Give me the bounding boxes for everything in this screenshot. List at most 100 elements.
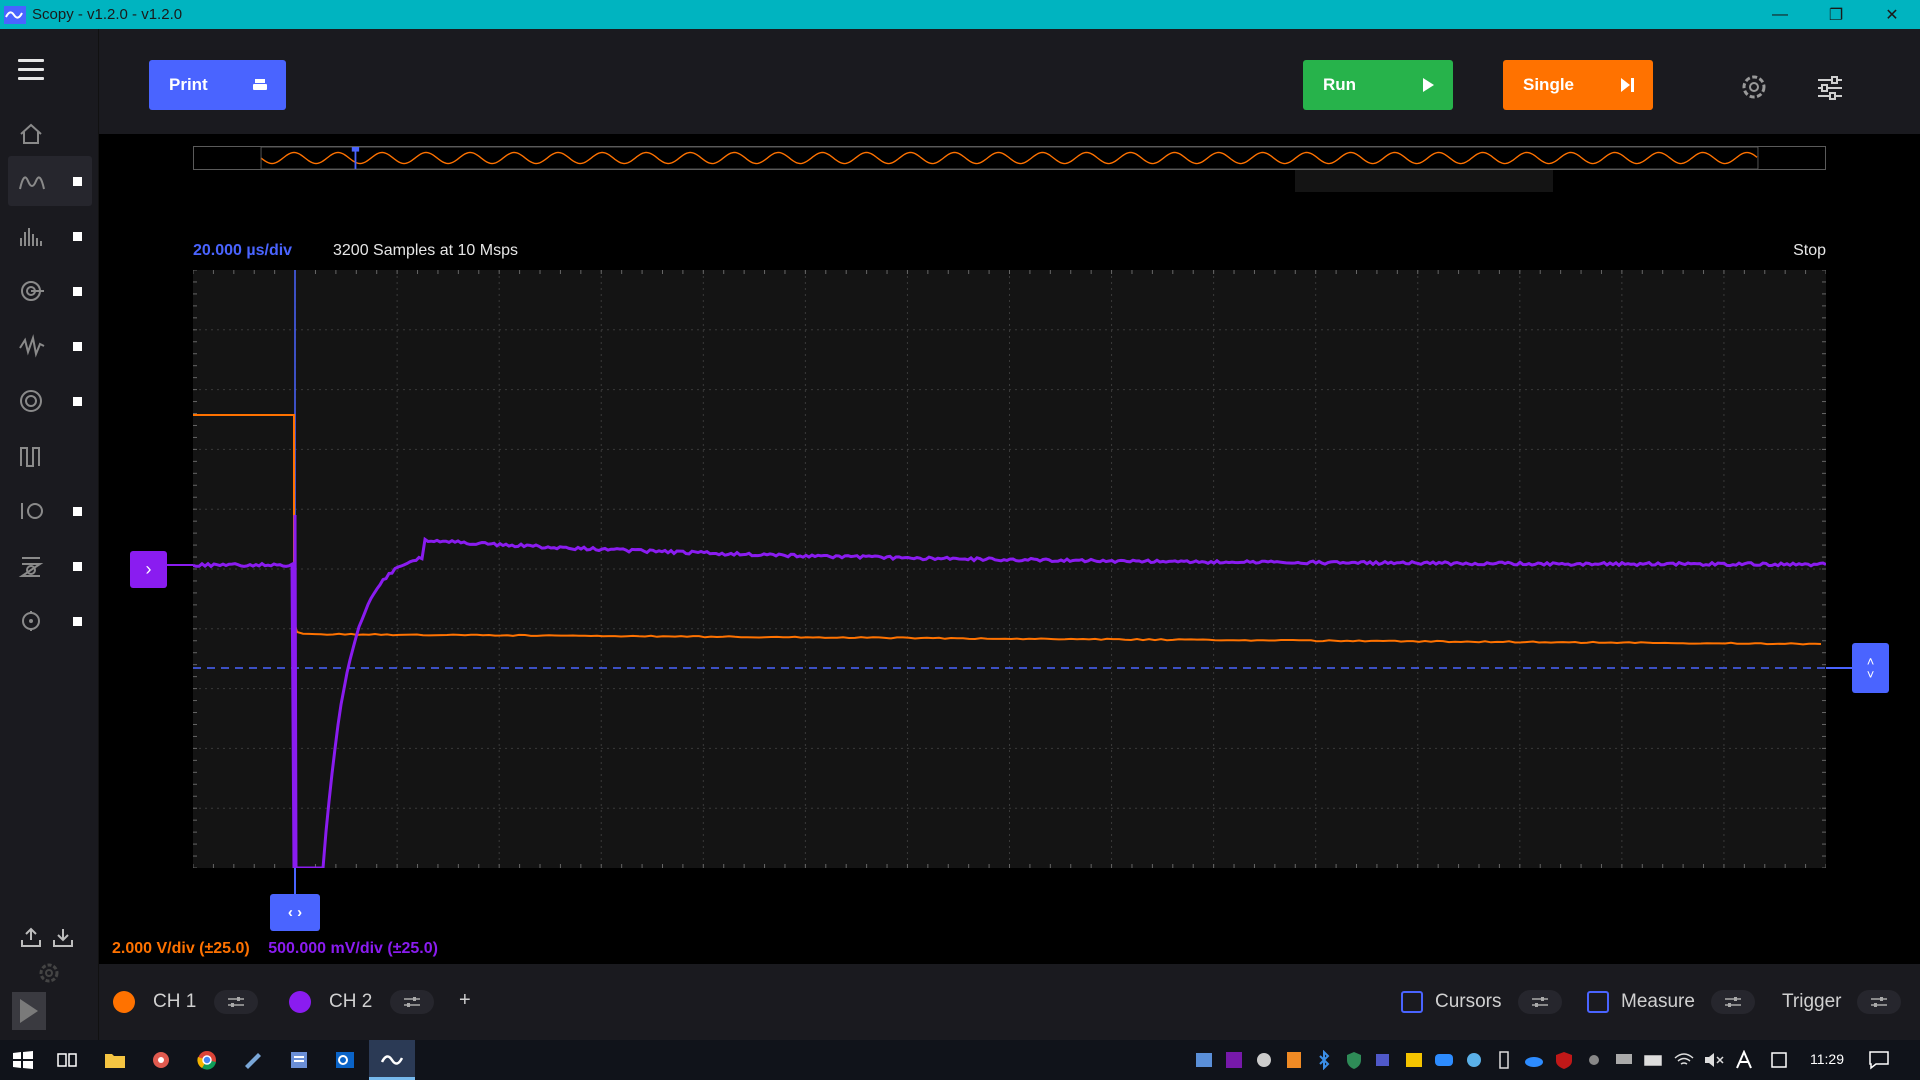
teams-icon[interactable] — [1373, 1050, 1395, 1070]
sliders-icon — [1870, 996, 1888, 1008]
sidebar-item-oscilloscope[interactable] — [8, 156, 92, 206]
taskbar-scopy-active[interactable] — [369, 1040, 415, 1080]
trigger-toggle[interactable]: Trigger — [1782, 990, 1901, 1014]
oscilloscope-grid[interactable] — [193, 270, 1826, 868]
file-explorer-icon[interactable] — [104, 1050, 126, 1070]
network-analyzer-icon — [18, 279, 46, 303]
document-app-icon[interactable] — [288, 1050, 310, 1070]
trigger-position-handle[interactable]: ‹ › — [270, 894, 320, 931]
menu-icon[interactable] — [18, 59, 44, 79]
print-label: Print — [169, 75, 208, 95]
trigger-settings-button[interactable] — [1857, 990, 1901, 1014]
run-all-button[interactable] — [12, 992, 46, 1030]
import-icon[interactable] — [52, 926, 74, 948]
close-button[interactable]: ✕ — [1864, 0, 1920, 29]
step-forward-icon — [1619, 77, 1635, 93]
sliders-icon — [1724, 996, 1742, 1008]
tray-bug-icon[interactable] — [1583, 1050, 1605, 1070]
task-view-icon[interactable] — [56, 1050, 78, 1070]
cursors-checkbox[interactable] — [1401, 991, 1423, 1013]
sidebar-item-network-analyzer[interactable] — [8, 266, 92, 316]
chrome-icon[interactable] — [196, 1050, 218, 1070]
window-title: Scopy - v1.2.0 - v1.2.0 — [32, 6, 182, 23]
ch2-color-dot[interactable] — [289, 991, 311, 1013]
overview-plot[interactable] — [193, 146, 1826, 170]
channel-2[interactable]: CH 2 — [289, 990, 434, 1014]
measure-toggle[interactable]: Measure — [1587, 990, 1755, 1014]
windows-start-icon[interactable] — [12, 1050, 34, 1070]
sidebar-item-digital-io[interactable] — [8, 596, 92, 646]
tray-circle-icon[interactable] — [1253, 1050, 1275, 1070]
sidebar-item-spectrum[interactable] — [8, 211, 92, 261]
sidebar-item-voltmeter[interactable] — [8, 376, 92, 426]
minimize-button[interactable]: — — [1752, 0, 1808, 29]
spectrum-analyzer-icon — [18, 224, 46, 248]
tray-yellow-icon[interactable] — [1403, 1050, 1425, 1070]
tray-power-icon[interactable] — [1768, 1050, 1790, 1070]
overview-label — [1295, 170, 1553, 192]
single-button[interactable]: Single — [1503, 60, 1653, 110]
zoom-icon[interactable] — [1433, 1050, 1455, 1070]
tray-app-icon[interactable] — [1193, 1050, 1215, 1070]
settings-gear-icon[interactable] — [1740, 73, 1768, 101]
pattern-generator-icon — [18, 554, 46, 578]
outlook-icon[interactable] — [334, 1050, 356, 1070]
notifications-icon[interactable] — [1868, 1050, 1890, 1070]
sidebar-item-signal-generator[interactable] — [8, 321, 92, 371]
bluetooth-icon[interactable] — [1313, 1050, 1335, 1070]
measure-label: Measure — [1621, 991, 1695, 1013]
preferences-gear-icon[interactable] — [37, 961, 61, 985]
battery-icon[interactable] — [1643, 1050, 1665, 1070]
tray-app-icon-2[interactable] — [1463, 1050, 1485, 1070]
print-button[interactable]: Print — [149, 60, 286, 110]
sidebar-item-logic-analyzer[interactable] — [8, 486, 92, 536]
ch1-color-dot[interactable] — [113, 991, 135, 1013]
tray-orange-icon[interactable] — [1283, 1050, 1305, 1070]
sidebar-item-pattern-generator[interactable] — [8, 541, 92, 591]
display-icon[interactable] — [1613, 1050, 1635, 1070]
restore-button[interactable]: ❐ — [1808, 0, 1864, 29]
add-channel-button[interactable]: + — [459, 989, 471, 1012]
onenote-icon[interactable] — [1223, 1050, 1245, 1070]
wifi-icon[interactable] — [1673, 1050, 1695, 1070]
sidebar — [0, 29, 99, 1040]
play-icon — [18, 998, 40, 1024]
sliders-icon — [227, 996, 245, 1008]
app-icon[interactable] — [242, 1050, 264, 1070]
trigger-level-handle[interactable]: ˄ ˅ — [1852, 643, 1889, 693]
signal-generator-icon — [18, 334, 46, 358]
measure-settings-button[interactable] — [1711, 990, 1755, 1014]
run-label: Run — [1323, 75, 1356, 95]
voltmeter-icon — [18, 389, 46, 413]
sidebar-item-power-supply[interactable] — [8, 431, 92, 481]
sidebar-item-home[interactable] — [8, 109, 92, 159]
input-language-icon[interactable] — [1733, 1050, 1755, 1070]
windows-taskbar: 11:29 — [0, 1040, 1920, 1080]
single-label: Single — [1523, 75, 1574, 95]
logic-analyzer-icon — [18, 499, 46, 523]
digital-io-icon — [18, 609, 46, 633]
onedrive-icon[interactable] — [1523, 1050, 1545, 1070]
export-icon[interactable] — [20, 926, 42, 948]
channel-1[interactable]: CH 1 — [113, 990, 258, 1014]
scopy-app-icon — [4, 6, 26, 24]
ch1-trace — [193, 415, 1821, 644]
usb-icon[interactable] — [1493, 1050, 1515, 1070]
security-icon[interactable] — [1343, 1050, 1365, 1070]
channel-scales: 2.000 V/div (±25.0) 500.000 mV/div (±25.… — [112, 940, 438, 958]
general-settings-icon[interactable] — [1816, 76, 1844, 100]
time-per-division: 20.000 µs/div — [193, 242, 292, 260]
volume-muted-icon[interactable] — [1703, 1050, 1725, 1070]
cursors-toggle[interactable]: Cursors — [1401, 990, 1562, 1014]
enabled-indicator — [73, 562, 82, 571]
measure-checkbox[interactable] — [1587, 991, 1609, 1013]
snipping-tool-icon[interactable] — [150, 1050, 172, 1070]
mcafee-icon[interactable] — [1553, 1050, 1575, 1070]
clock[interactable]: 11:29 — [1810, 1051, 1844, 1067]
cursors-settings-button[interactable] — [1518, 990, 1562, 1014]
printer-icon — [252, 77, 268, 93]
ch1-settings-button[interactable] — [214, 990, 258, 1014]
ch2-settings-button[interactable] — [390, 990, 434, 1014]
ch2-offset-handle[interactable]: › — [130, 551, 167, 588]
run-button[interactable]: Run — [1303, 60, 1453, 110]
